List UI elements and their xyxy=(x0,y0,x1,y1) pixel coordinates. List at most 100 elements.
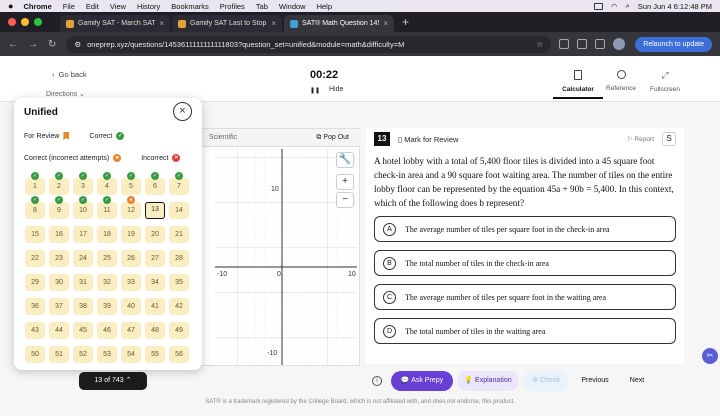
relaunch-button[interactable]: Relaunch to update xyxy=(635,36,712,52)
menu-profiles[interactable]: Profiles xyxy=(220,2,245,11)
question-cell[interactable]: 35 xyxy=(169,274,189,291)
question-cell[interactable]: 4 ✓ xyxy=(97,172,117,195)
back-arrow-icon[interactable]: ← xyxy=(8,39,18,50)
new-tab-button[interactable]: + xyxy=(402,15,409,29)
question-cell[interactable]: 7 ✓ xyxy=(169,172,189,195)
close-window-button[interactable] xyxy=(8,18,16,26)
question-cell[interactable]: 13 xyxy=(145,202,165,219)
close-tab-icon[interactable]: × xyxy=(159,19,164,28)
zoom-window-button[interactable] xyxy=(34,18,42,26)
url-field[interactable]: ⚙ oneprep.xyz/questions/1453611111111111… xyxy=(66,35,552,53)
browser-tab[interactable]: Gamify SAT - March SAT Prep × xyxy=(60,15,170,32)
question-cell[interactable]: 44 xyxy=(49,322,69,339)
question-cell[interactable]: 50 xyxy=(25,346,45,363)
question-cell[interactable]: 52 xyxy=(73,346,93,363)
question-cell[interactable]: 25 xyxy=(97,250,117,267)
extension-icon[interactable] xyxy=(595,39,606,49)
strikethrough-toggle[interactable]: S xyxy=(662,132,676,146)
question-cell[interactable]: 1 ✓ xyxy=(25,172,45,195)
question-cell[interactable]: 6 ✓ xyxy=(145,172,165,195)
directions-toggle[interactable]: Directions ⌄ xyxy=(46,90,85,98)
site-info-icon[interactable]: ⚙ xyxy=(74,40,81,49)
question-cell[interactable]: 9 ✓ xyxy=(49,196,69,219)
question-cell[interactable]: 47 xyxy=(121,322,141,339)
question-cell[interactable]: 34 xyxy=(145,274,165,291)
mark-for-review-button[interactable]: ▯ Mark for Review xyxy=(398,135,458,144)
question-cell[interactable]: 5 ✓ xyxy=(121,172,141,195)
hide-timer-button[interactable]: Hide xyxy=(329,86,343,93)
fullscreen-tool[interactable]: ⤢ Fullscreen xyxy=(640,70,690,93)
explanation-button[interactable]: 💡 Explanation xyxy=(457,371,519,391)
minimize-window-button[interactable] xyxy=(21,18,29,26)
question-cell[interactable]: 18 xyxy=(97,226,117,243)
info-icon[interactable]: i xyxy=(372,376,382,386)
forward-arrow-icon[interactable]: → xyxy=(28,39,38,50)
profile-avatar[interactable] xyxy=(613,38,626,50)
question-cell[interactable]: 39 xyxy=(97,298,117,315)
bookmark-star-icon[interactable]: ☆ xyxy=(537,40,544,49)
menu-bookmarks[interactable]: Bookmarks xyxy=(171,2,209,11)
browser-tab[interactable]: Gamify SAT Last to Stop Stud × xyxy=(172,15,282,32)
question-cell[interactable]: 15 xyxy=(25,226,45,243)
question-cell[interactable]: 54 xyxy=(121,346,141,363)
question-cell[interactable]: 26 xyxy=(121,250,141,267)
answer-choice-c[interactable]: C The average number of tiles per square… xyxy=(374,284,676,310)
menu-help[interactable]: Help xyxy=(317,2,332,11)
previous-button[interactable]: Previous xyxy=(574,371,616,391)
question-cell[interactable]: 49 xyxy=(169,322,189,339)
check-button[interactable]: ✲ Check xyxy=(523,371,569,391)
menu-file[interactable]: File xyxy=(63,2,75,11)
question-cell[interactable]: 22 xyxy=(25,250,45,267)
question-cell[interactable]: 33 xyxy=(121,274,141,291)
question-cell[interactable]: 43 xyxy=(25,322,45,339)
clock[interactable]: Sun Jun 4 6:12:48 PM xyxy=(638,2,712,11)
question-cell[interactable]: 41 xyxy=(145,298,165,315)
question-cell[interactable]: 51 xyxy=(49,346,69,363)
question-counter-button[interactable]: 13 of 743 ⌃ xyxy=(79,372,147,390)
question-cell[interactable]: 12 ● xyxy=(121,196,141,219)
answer-choice-a[interactable]: A The average number of tiles per square… xyxy=(374,216,676,242)
question-cell[interactable]: 19 xyxy=(121,226,141,243)
question-cell[interactable]: 17 xyxy=(73,226,93,243)
question-cell[interactable]: 40 xyxy=(121,298,141,315)
scientific-tab[interactable]: Scientific xyxy=(209,134,237,141)
search-icon[interactable]: ⌕ xyxy=(626,1,630,11)
zoom-in-icon[interactable]: + xyxy=(336,174,354,190)
question-cell[interactable]: 20 xyxy=(145,226,165,243)
question-cell[interactable]: 23 xyxy=(49,250,69,267)
pop-out-button[interactable]: ⧉ Pop Out xyxy=(316,134,349,142)
extension-icon[interactable] xyxy=(559,39,570,49)
battery-icon[interactable] xyxy=(594,2,604,10)
question-cell[interactable]: 11 ✓ xyxy=(97,196,117,219)
menu-app[interactable]: Chrome xyxy=(23,2,51,11)
question-cell[interactable]: 55 xyxy=(145,346,165,363)
tools-icon[interactable]: ✂ xyxy=(702,348,718,364)
question-cell[interactable]: 21 xyxy=(169,226,189,243)
wifi-icon[interactable]: ◠ xyxy=(611,2,618,11)
extension-icon[interactable] xyxy=(577,39,588,49)
question-cell[interactable]: 46 xyxy=(97,322,117,339)
go-back-button[interactable]: ‹ Go back xyxy=(52,70,87,79)
question-cell[interactable]: 38 xyxy=(73,298,93,315)
question-cell[interactable]: 37 xyxy=(49,298,69,315)
question-cell[interactable]: 28 xyxy=(169,250,189,267)
question-cell[interactable]: 24 xyxy=(73,250,93,267)
question-cell[interactable]: 16 xyxy=(49,226,69,243)
question-cell[interactable]: 32 xyxy=(97,274,117,291)
menu-tab[interactable]: Tab xyxy=(256,2,268,11)
close-tab-icon[interactable]: × xyxy=(383,19,388,28)
answer-choice-d[interactable]: D The total number of tiles in the waiti… xyxy=(374,318,676,344)
next-button[interactable]: Next xyxy=(621,371,653,391)
close-tab-icon[interactable]: × xyxy=(271,19,276,28)
reload-icon[interactable]: ↻ xyxy=(48,39,56,50)
question-cell[interactable]: 45 xyxy=(73,322,93,339)
zoom-out-icon[interactable]: − xyxy=(336,192,354,208)
question-cell[interactable]: 27 xyxy=(145,250,165,267)
close-icon[interactable]: × xyxy=(173,102,192,121)
wrench-icon[interactable]: 🔧 xyxy=(336,152,354,168)
question-cell[interactable]: 29 xyxy=(25,274,45,291)
browser-tab-active[interactable]: SAT® Math Question 14536111 × xyxy=(284,15,394,32)
question-cell[interactable]: 42 xyxy=(169,298,189,315)
reference-tool[interactable]: Reference xyxy=(596,70,646,92)
question-cell[interactable]: 31 xyxy=(73,274,93,291)
